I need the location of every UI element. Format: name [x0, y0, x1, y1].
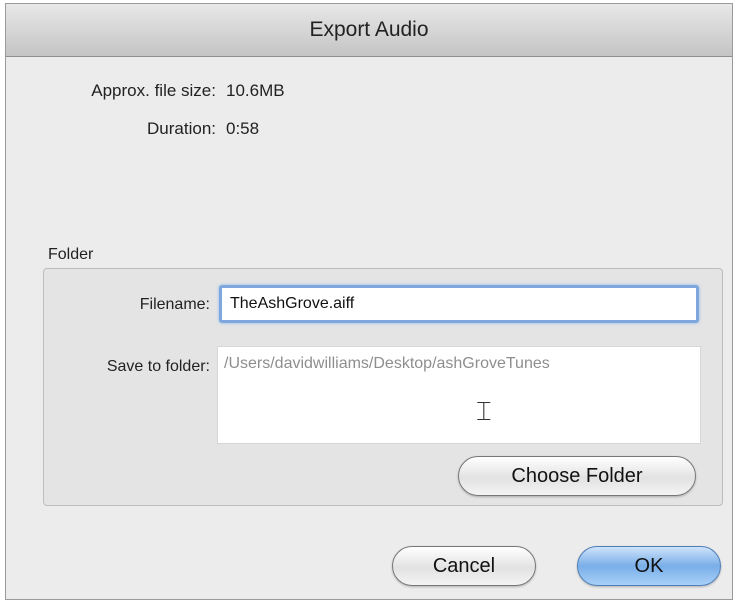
- text-cursor-icon: ⌶: [476, 397, 492, 427]
- file-size-label: Approx. file size:: [91, 81, 216, 100]
- folder-section-label: Folder: [48, 246, 94, 263]
- export-audio-dialog: Export Audio Approx. file size: 10.6MB D…: [5, 3, 733, 600]
- ok-button[interactable]: OK: [577, 546, 721, 586]
- choose-folder-button[interactable]: Choose Folder: [458, 456, 696, 496]
- duration-value: 0:58: [226, 119, 260, 138]
- filename-label: Filename:: [139, 296, 210, 313]
- cancel-button[interactable]: Cancel: [392, 546, 536, 586]
- filename-input[interactable]: [219, 285, 699, 323]
- duration-label: Duration:: [147, 119, 216, 138]
- save-to-folder-field[interactable]: /Users/davidwilliams/Desktop/ashGroveTun…: [217, 346, 701, 444]
- save-to-folder-path: /Users/davidwilliams/Desktop/ashGroveTun…: [224, 355, 550, 372]
- save-to-folder-label: Save to folder:: [106, 358, 210, 375]
- dialog-title: Export Audio: [6, 4, 732, 57]
- file-size-value: 10.6MB: [226, 81, 285, 100]
